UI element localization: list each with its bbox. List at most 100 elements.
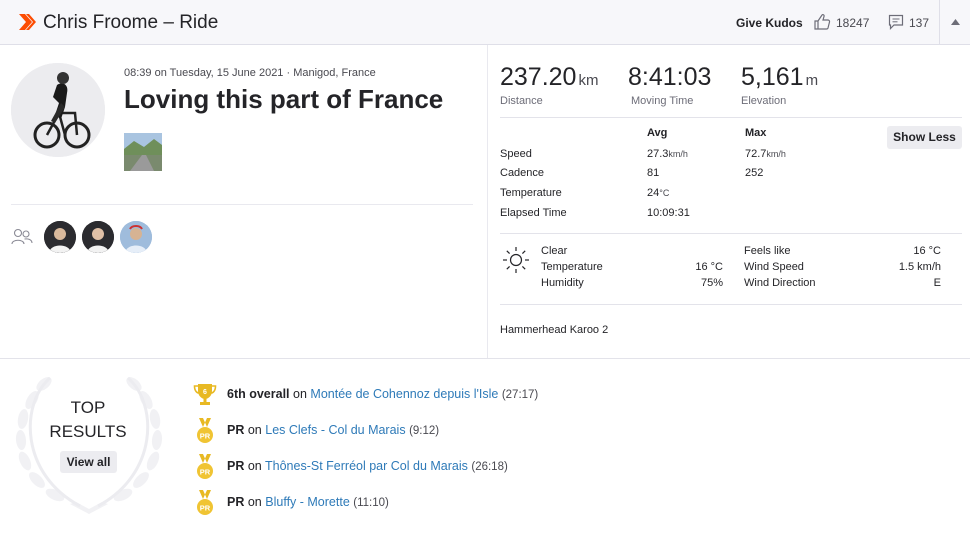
speed-max-number: 72.7 [745, 148, 767, 160]
collapse-button[interactable] [939, 0, 970, 45]
divider [11, 204, 473, 205]
result-rank: PR [227, 459, 245, 473]
divider [500, 117, 962, 118]
give-kudos-button[interactable]: Give Kudos [736, 16, 803, 30]
result-text: PR on Les Clefs - Col du Marais (9:12) [227, 423, 439, 437]
thumbs-up-icon[interactable] [813, 13, 831, 31]
cadence-avg: 81 [647, 167, 660, 179]
feels-like-value: 16 °C [913, 245, 941, 257]
kudos-count[interactable]: 18247 [836, 16, 869, 30]
speed-label: Speed [500, 148, 532, 160]
column-divider [487, 45, 488, 358]
result-on: on [247, 423, 262, 437]
segment-link[interactable]: Montée de Cohennoz depuis l'Isle [310, 387, 498, 401]
trophy-rank-text: 6 [203, 389, 207, 396]
result-rank: 6th overall [227, 387, 290, 401]
trophy-icon: 6 [193, 384, 217, 405]
wind-direction-value: E [933, 277, 941, 289]
comment-icon[interactable] [888, 14, 904, 30]
elevation-unit: m [805, 72, 819, 89]
strava-chevron-icon [19, 14, 36, 30]
speed-avg-unit: km/h [668, 149, 688, 159]
elevation-number: 5,161 [741, 63, 804, 91]
activity-meta: 08:39 on Tuesday, 15 June 2021 · Manigod… [124, 67, 376, 79]
cadence-label: Cadence [500, 167, 545, 179]
weather-temperature-value: 16 °C [695, 261, 723, 273]
activity-photo-thumbnail[interactable] [124, 133, 162, 171]
speed-avg: 27.3km/h [647, 148, 688, 160]
group-athlete-avatar[interactable] [82, 221, 114, 253]
distance-number: 237.20 [500, 63, 577, 91]
divider [500, 233, 962, 234]
pr-medal-icon: PR [197, 418, 213, 443]
result-on: on [247, 459, 262, 473]
show-less-button[interactable]: Show Less [887, 126, 962, 149]
section-divider [0, 358, 970, 359]
segment-link[interactable]: Bluffy - Morette [265, 495, 350, 509]
caret-up-icon [951, 19, 960, 25]
moving-time-value: 8:41:03 [628, 63, 711, 92]
temperature-avg-number: 24 [647, 187, 660, 199]
wind-speed-value: 1.5 km/h [898, 261, 941, 273]
result-on: on [293, 387, 307, 401]
speed-max: 72.7km/h [745, 148, 786, 160]
elapsed-time-avg: 10:09:31 [647, 207, 690, 219]
max-header: Max [745, 127, 767, 139]
result-text: PR on Thônes-St Ferréol par Col du Marai… [227, 459, 508, 473]
weather-temperature-label: Temperature [541, 261, 603, 273]
pr-medal-icon: PR [197, 454, 213, 479]
activity-title: Loving this part of France [124, 84, 444, 114]
distance-unit: km [578, 72, 599, 89]
medal-badge-text: PR [200, 432, 211, 441]
cadence-max: 252 [745, 167, 764, 179]
avg-header: Avg [647, 127, 668, 139]
medal-badge-text: PR [200, 468, 211, 477]
athlete-avatar[interactable] [11, 63, 105, 157]
result-time: (9:12) [409, 425, 440, 437]
pr-medal-icon: PR [197, 490, 213, 515]
temperature-avg-unit: °C [659, 188, 670, 198]
elevation-label: Elevation [741, 95, 787, 107]
weather-condition: Clear [541, 245, 568, 257]
result-rank: PR [227, 423, 245, 437]
distance-label: Distance [500, 95, 543, 107]
device-name: Hammerhead Karoo 2 [500, 324, 609, 336]
sun-icon [503, 247, 529, 273]
result-rank: PR [227, 495, 245, 509]
feels-like-label: Feels like [744, 245, 791, 257]
result-text: PR on Bluffy - Morette (11:10) [227, 495, 389, 509]
elevation-value: 5,161 m [741, 63, 818, 92]
speed-max-unit: km/h [766, 149, 786, 159]
view-all-button[interactable]: View all [60, 451, 117, 473]
result-time: (11:10) [353, 497, 389, 509]
page-title: Chris Froome – Ride [43, 12, 219, 33]
humidity-value: 75% [700, 277, 723, 289]
distance-value: 237.20 km [500, 63, 598, 92]
moving-time-number: 8:41:03 [628, 63, 712, 91]
group-athlete-avatar[interactable] [44, 221, 76, 253]
top-results-heading: TOP RESULTS [38, 396, 138, 444]
divider [500, 304, 962, 305]
result-text: 6th overall on Montée de Cohennoz depuis… [227, 387, 538, 401]
group-activity-icon [11, 228, 33, 245]
segment-link[interactable]: Thônes-St Ferréol par Col du Marais [265, 459, 468, 473]
speed-avg-number: 27.3 [647, 148, 669, 160]
group-athlete-avatar[interactable] [120, 221, 152, 253]
result-on: on [247, 495, 262, 509]
segment-link[interactable]: Les Clefs - Col du Marais [265, 423, 405, 437]
activity-header: Chris Froome – Ride Give Kudos 18247 137 [0, 0, 970, 45]
moving-time-label: Moving Time [631, 95, 694, 107]
result-time: (26:18) [471, 461, 508, 473]
top-results-line2: RESULTS [49, 422, 127, 441]
temperature-avg: 24°C [647, 187, 669, 199]
wind-speed-label: Wind Speed [744, 261, 804, 273]
elapsed-time-label: Elapsed Time [500, 207, 567, 219]
comment-count[interactable]: 137 [909, 16, 929, 30]
humidity-label: Humidity [541, 277, 584, 289]
result-time: (27:17) [501, 389, 539, 401]
medal-badge-text: PR [200, 504, 211, 513]
wind-direction-label: Wind Direction [744, 277, 816, 289]
top-results-line1: TOP [70, 398, 106, 417]
cyclist-photo [11, 63, 105, 157]
temperature-label: Temperature [500, 187, 562, 199]
